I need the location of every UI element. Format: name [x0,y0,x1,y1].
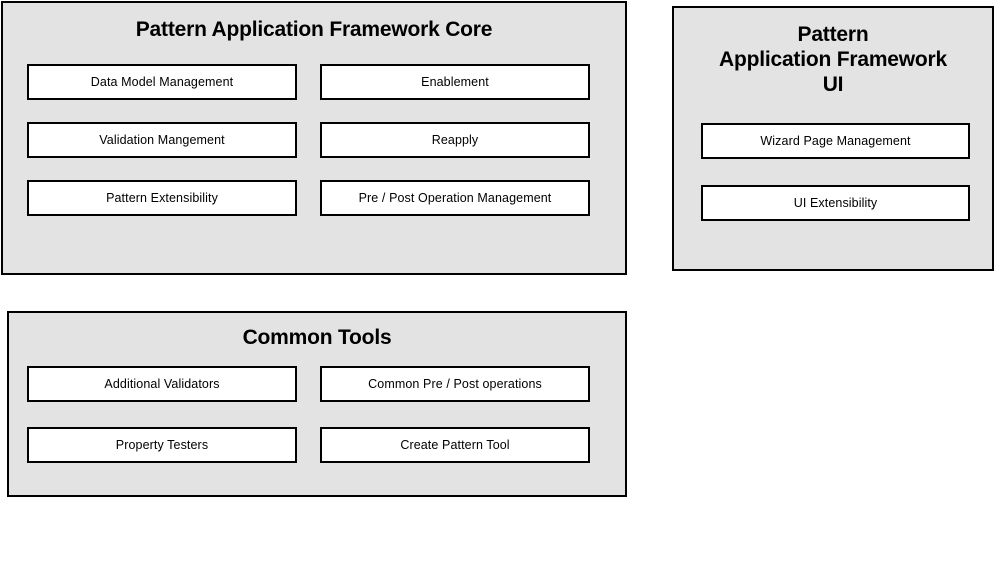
panel-core-title-line-1: Pattern Application Framework Core [135,18,493,41]
cell-common-pre-post-operations[interactable]: Common Pre / Post operations [320,366,590,402]
cell-label: Validation Mangement [99,133,225,147]
panel-pattern-application-framework-core: Pattern Application Framework Core Data … [1,1,627,275]
cell-label: Property Testers [115,438,209,452]
cell-label: Pre / Post Operation Management [358,191,552,205]
cell-label: Common Pre / Post operations [368,377,542,391]
cell-property-testers[interactable]: Property Testers [27,427,297,463]
panel-ui-title-line-2: Application Framework [718,48,947,71]
cell-label: Wizard Page Management [760,134,911,148]
cell-label: UI Extensibility [793,196,878,210]
panel-ui-title: Pattern Application Framework UI [674,22,992,97]
cell-create-pattern-tool[interactable]: Create Pattern Tool [320,427,590,463]
cell-label: Enablement [421,75,489,89]
cell-data-model-management[interactable]: Data Model Management [27,64,297,100]
cell-validation-mangement[interactable]: Validation Mangement [27,122,297,158]
diagram-canvas: { "colors": { "panel_background": "#e3e3… [0,0,995,578]
panel-core-title: Pattern Application Framework Core [3,17,625,42]
cell-additional-validators[interactable]: Additional Validators [27,366,297,402]
cell-label: Data Model Management [90,75,234,89]
cell-ui-extensibility[interactable]: UI Extensibility [701,185,970,221]
panel-common-tools: Common Tools Additional Validators Commo… [7,311,627,497]
cell-label: Additional Validators [104,377,220,391]
panel-pattern-application-framework-ui: Pattern Application Framework UI Wizard … [672,6,994,271]
cell-pre-post-operation-management[interactable]: Pre / Post Operation Management [320,180,590,216]
cell-enablement[interactable]: Enablement [320,64,590,100]
panel-ui-title-line-1: Pattern [797,23,869,46]
cell-wizard-page-management[interactable]: Wizard Page Management [701,123,970,159]
panel-ui-title-line-3: UI [822,73,844,96]
panel-common-tools-title-line-1: Common Tools [242,326,392,349]
cell-reapply[interactable]: Reapply [320,122,590,158]
cell-pattern-extensibility[interactable]: Pattern Extensibility [27,180,297,216]
cell-label: Create Pattern Tool [400,438,510,452]
cell-label: Reapply [431,133,479,147]
cell-label: Pattern Extensibility [106,191,218,205]
panel-common-tools-title: Common Tools [9,325,625,350]
